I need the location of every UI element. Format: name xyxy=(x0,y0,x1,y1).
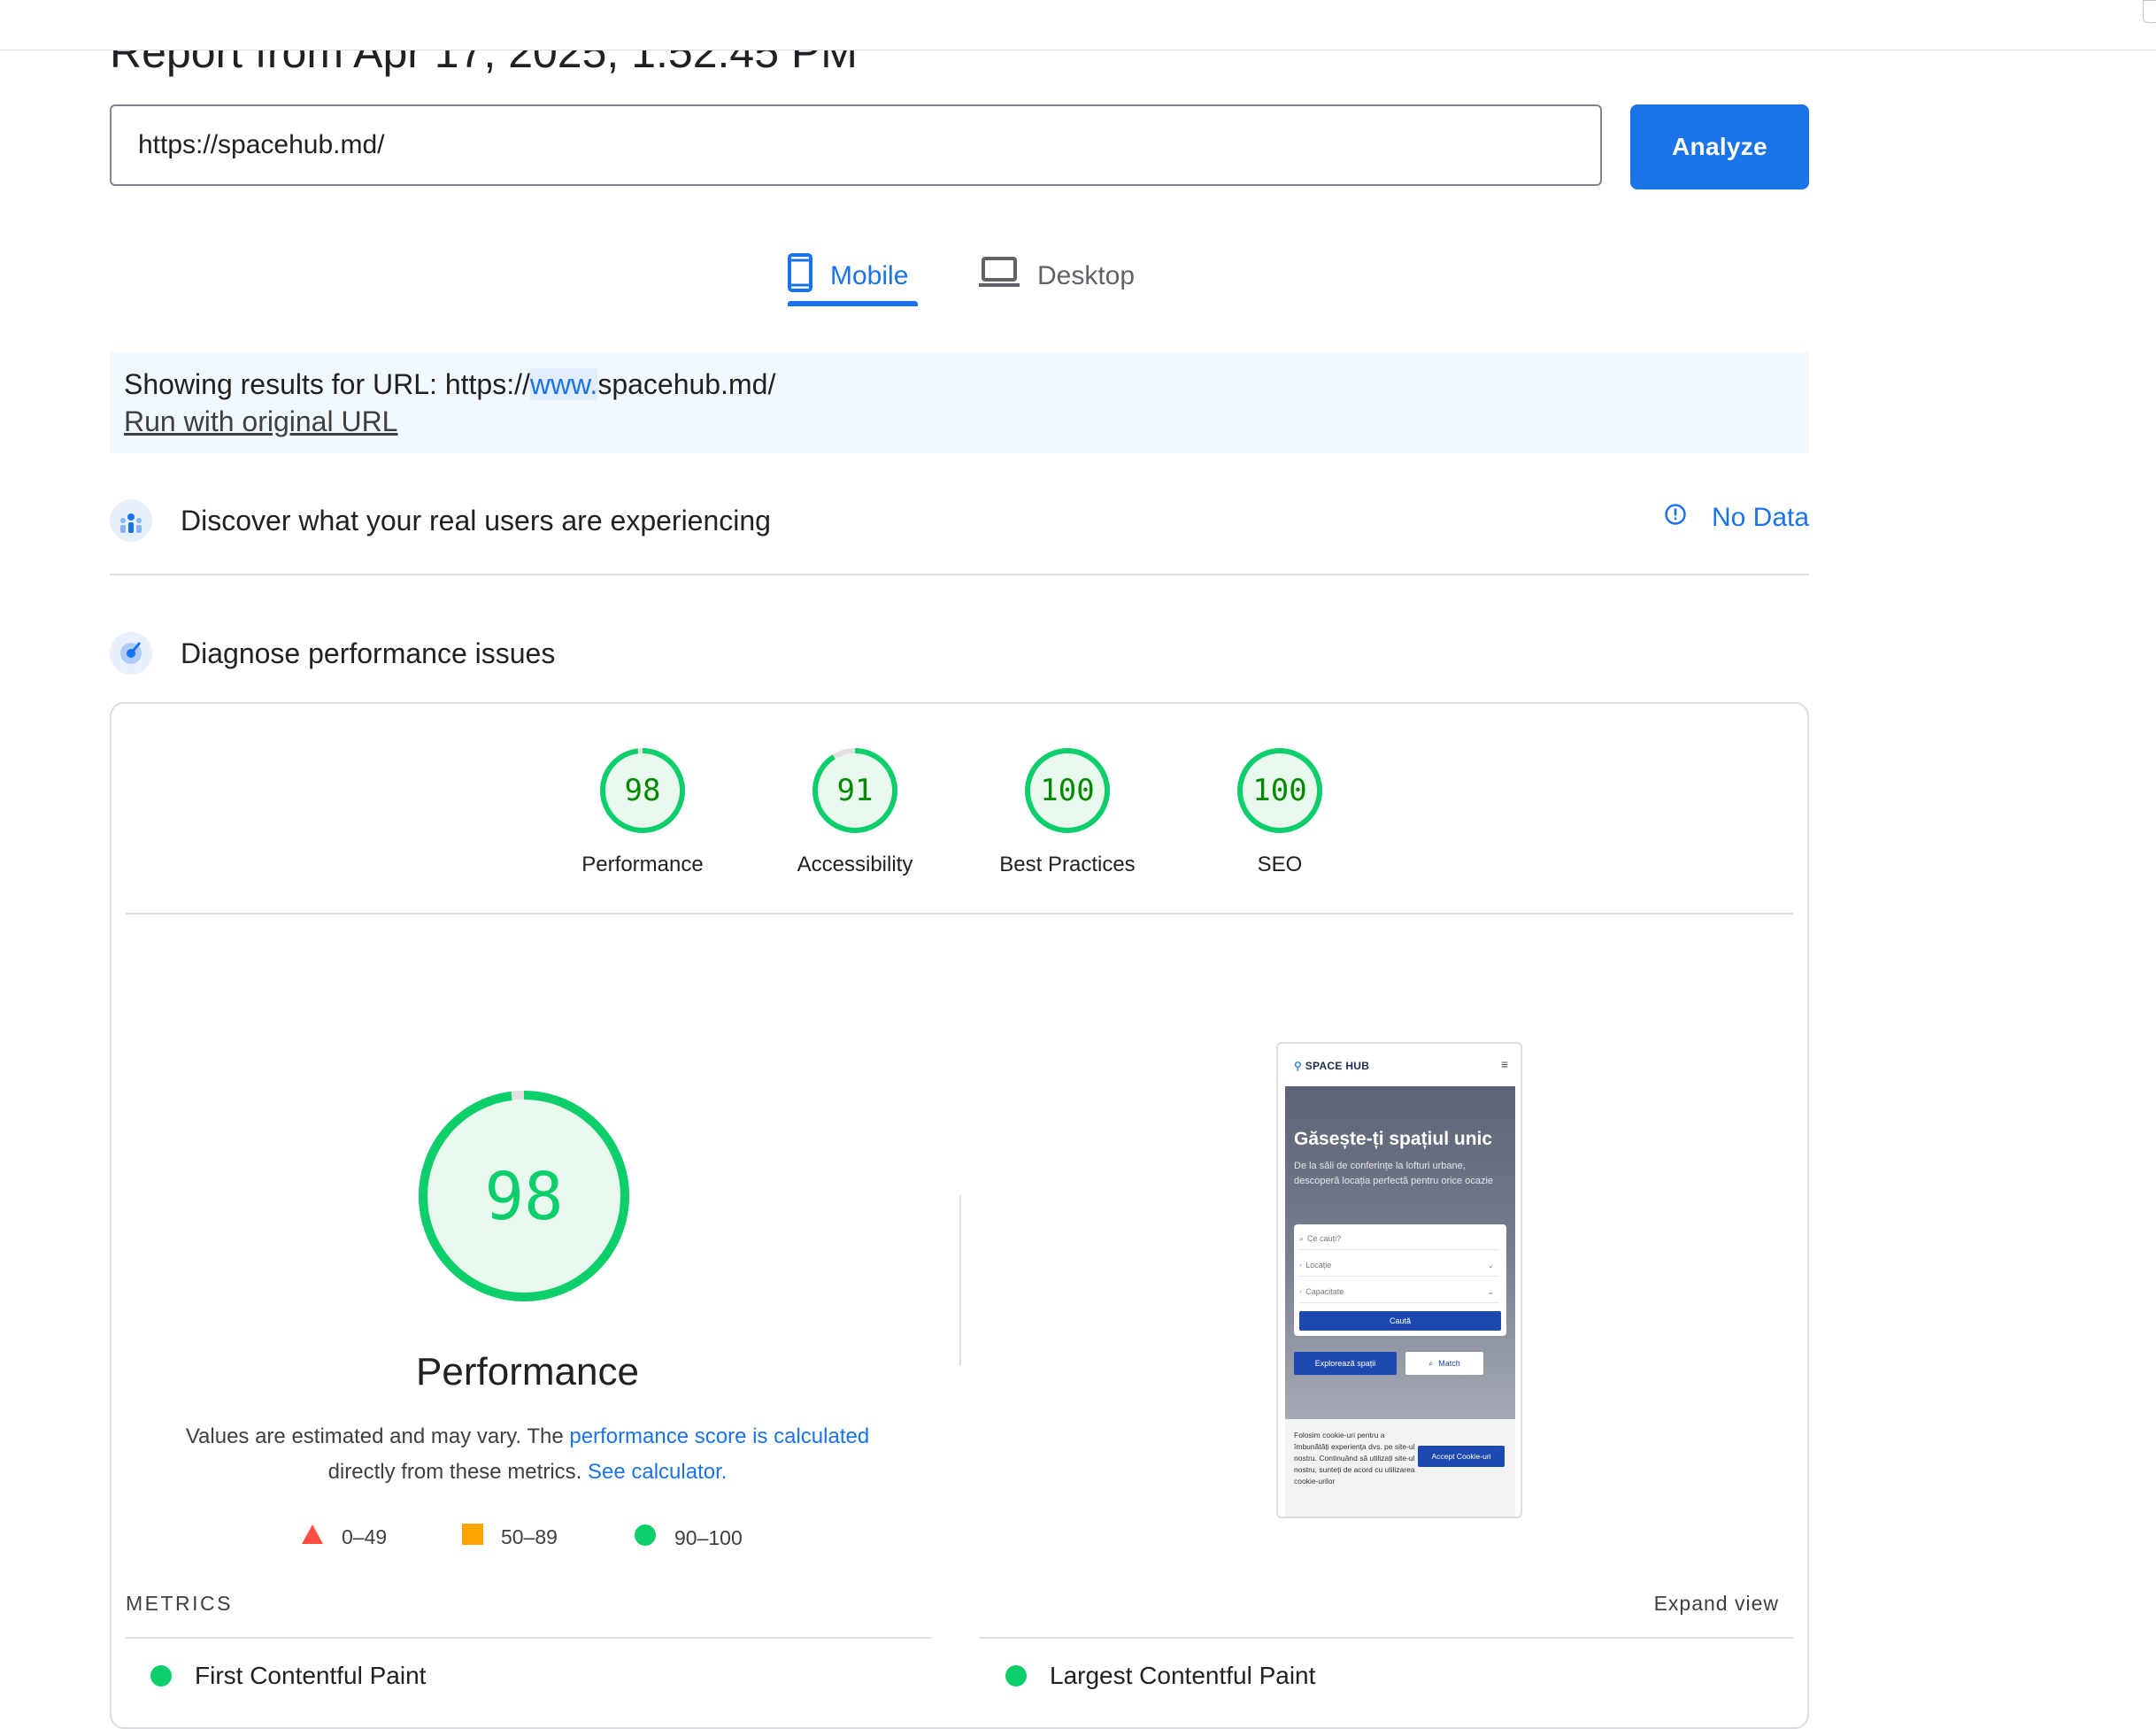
url-input[interactable] xyxy=(110,104,1602,186)
score-gauge-best-practices[interactable]: 100 Best Practices xyxy=(961,746,1174,877)
gauge-value: 100 xyxy=(1252,773,1306,808)
square-icon xyxy=(462,1524,483,1550)
analyze-button[interactable]: Analyze xyxy=(1630,104,1809,189)
preview-cookie-button: Accept Cookie-uri xyxy=(1418,1446,1505,1467)
card-divider xyxy=(126,913,1793,915)
window-edge xyxy=(2143,0,2156,23)
performance-big-gauge: 98 xyxy=(416,1088,632,1308)
gauge-ring: 91 xyxy=(812,748,897,833)
preview-search-form: ⌕ Ce cauți? ◦ Locație ⌄ ◦ Capacitate ⌄ Caută xyxy=(1294,1224,1506,1336)
preview-header: ⚲ SPACE HUB ≡ xyxy=(1278,1044,1521,1086)
legend-pass: 90–100 xyxy=(634,1524,743,1552)
score-gauge-performance[interactable]: 98 Performance xyxy=(536,746,749,877)
score-gauge-seo[interactable]: 100 SEO xyxy=(1174,746,1386,877)
preview-field-search: ⌕ Ce cauți? xyxy=(1299,1228,1499,1250)
map-pin-icon: ⚲ xyxy=(1294,1060,1303,1072)
pass-circle-icon xyxy=(150,1665,172,1687)
metric-lcp: Largest Contentful Paint xyxy=(1005,1662,1315,1690)
performance-title: Performance xyxy=(416,1350,639,1393)
score-calculated-link[interactable]: performance score is calculated xyxy=(569,1424,869,1448)
gauge-ring: 100 xyxy=(1025,748,1110,833)
run-original-url-link[interactable]: Run with original URL xyxy=(124,405,397,438)
gauge-label: Performance xyxy=(581,853,704,876)
circle-icon xyxy=(634,1524,657,1552)
gauge-label: SEO xyxy=(1257,853,1303,876)
pass-circle-icon xyxy=(1005,1665,1027,1687)
gauge-ring: 98 xyxy=(600,748,685,833)
top-app-bar xyxy=(0,0,2156,50)
section-divider xyxy=(110,574,1809,575)
metric-fcp: First Contentful Paint xyxy=(150,1662,426,1690)
no-data-label: No Data xyxy=(1712,503,1810,532)
big-gauge-ring: 98 xyxy=(419,1091,629,1301)
final-screenshot[interactable]: ⚲ SPACE HUB ≡ Găsește-ți spațiul unic De… xyxy=(1276,1042,1522,1518)
gauge-label: Accessibility xyxy=(797,853,913,876)
vertical-divider xyxy=(959,1196,961,1366)
preview-search-button: Caută xyxy=(1299,1311,1501,1331)
metrics-divider-right xyxy=(979,1637,1793,1639)
tab-mobile-label: Mobile xyxy=(830,261,909,290)
preview-field-capacity: ◦ Capacitate ⌄ xyxy=(1299,1281,1499,1303)
tab-desktop-label: Desktop xyxy=(1037,261,1136,290)
lighthouse-report-card: 98 Performance 91 Accessibility 100 Best… xyxy=(110,702,1809,1729)
diagnose-title: Diagnose performance issues xyxy=(181,637,556,669)
gauge-value: 98 xyxy=(625,773,661,808)
triangle-icon xyxy=(301,1524,324,1550)
chevron-down-icon: ⌄ xyxy=(1487,1260,1494,1270)
gauge-ring: 100 xyxy=(1237,748,1322,833)
preview-explore-button: Explorează spații xyxy=(1294,1352,1397,1375)
smartphone-icon xyxy=(788,253,812,299)
preview-cookie-text: Folosim cookie-uri pentru a îmbunătăți e… xyxy=(1294,1431,1415,1486)
laptop-icon xyxy=(979,257,1020,296)
diagnose-icon xyxy=(110,632,152,675)
no-data-indicator[interactable]: No Data xyxy=(1664,503,1809,533)
preview-hero-subtitle: De la săli de conferințe la lofturi urba… xyxy=(1294,1161,1494,1186)
preview-hero-title: Găsește-ți spațiul unic xyxy=(1294,1129,1493,1149)
big-gauge-value: 98 xyxy=(484,1159,563,1235)
users-icon xyxy=(110,499,152,542)
notice-text: Showing results for URL: https://www.spa… xyxy=(124,368,776,400)
legend-average: 50–89 xyxy=(462,1524,558,1550)
metric-label: First Contentful Paint xyxy=(195,1662,427,1689)
score-gauge-accessibility[interactable]: 91 Accessibility xyxy=(749,746,961,877)
search-icon: ⌕ xyxy=(1299,1233,1305,1243)
active-tab-indicator xyxy=(788,301,918,306)
legend-fail: 0–49 xyxy=(301,1524,387,1550)
field-data-title: Discover what your real users are experi… xyxy=(181,505,771,536)
metrics-header: METRICS xyxy=(126,1592,233,1615)
chevron-down-icon: ⌄ xyxy=(1487,1286,1494,1296)
metric-label: Largest Contentful Paint xyxy=(1050,1662,1316,1689)
preview-hero: Găsește-ți spațiul unic De la săli de co… xyxy=(1285,1086,1515,1419)
notice-highlight: www. xyxy=(529,368,598,400)
tab-desktop[interactable]: Desktop xyxy=(979,241,1135,312)
gauge-value: 91 xyxy=(837,773,874,808)
see-calculator-link[interactable]: See calculator. xyxy=(588,1460,727,1484)
location-icon: ◦ xyxy=(1299,1261,1303,1270)
expand-view-toggle[interactable]: Expand view xyxy=(1654,1592,1779,1616)
hamburger-icon: ≡ xyxy=(1500,1057,1508,1071)
performance-description: Values are estimated and may vary. The p… xyxy=(185,1424,870,1484)
gauge-value: 100 xyxy=(1040,773,1094,808)
info-icon xyxy=(1664,503,1687,533)
preview-match-button: ⌕ Match xyxy=(1405,1352,1483,1375)
url-notice: Showing results for URL: https://www.spa… xyxy=(110,352,1809,453)
preview-logo: ⚲ SPACE HUB xyxy=(1294,1060,1370,1072)
gauge-label: Best Practices xyxy=(999,853,1136,876)
search-icon: ⌕ xyxy=(1428,1358,1434,1368)
preview-field-location: ◦ Locație ⌄ xyxy=(1299,1254,1499,1277)
preview-cookie-banner: Folosim cookie-uri pentru a îmbunătăți e… xyxy=(1285,1419,1515,1517)
metrics-divider-left xyxy=(126,1637,931,1639)
user-icon: ◦ xyxy=(1299,1287,1303,1296)
